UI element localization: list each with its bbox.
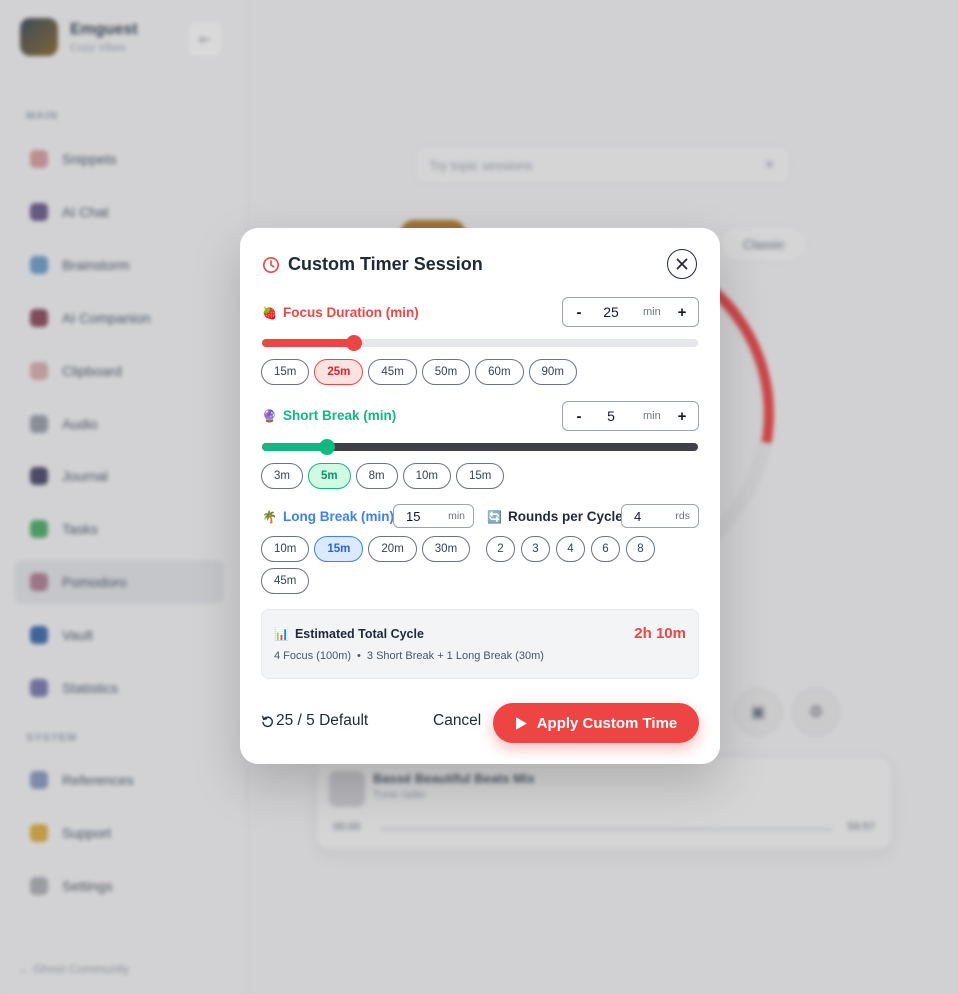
rounds-input[interactable]: 4 rds: [621, 504, 699, 528]
apply-custom-time-label: Apply Custom Time: [536, 714, 678, 732]
rounds-presets: 23468: [486, 536, 655, 562]
focus-presets: 15m 25m 45m 50m 60m 90m: [261, 359, 577, 385]
custom-timer-modal: Custom Timer Session 🍓 Focus Duration (m…: [240, 228, 720, 764]
short-break-preset-15m[interactable]: 15m: [455, 463, 505, 489]
long-break-value[interactable]: 15: [406, 505, 420, 527]
long-break-label-text: Long Break (min): [282, 509, 394, 524]
short-break-label-text: Short Break (min): [282, 408, 397, 423]
summary-total: 2h 10m: [634, 625, 686, 642]
rounds-preset-4[interactable]: 4: [556, 536, 585, 562]
rounds-preset-3[interactable]: 3: [521, 536, 550, 562]
short-break-stepper[interactable]: - 5 min +: [562, 401, 699, 431]
short-break-preset-3m[interactable]: 3m: [261, 463, 303, 489]
summary-focus-part: 4 Focus (100m): [274, 650, 352, 662]
modal-title: Custom Timer Session: [288, 254, 483, 274]
focus-label: 🍓 Focus Duration (min): [262, 305, 419, 320]
apply-custom-time-button[interactable]: Apply Custom Time: [493, 703, 699, 743]
summary-title-text: Estimated Total Cycle: [294, 627, 424, 641]
focus-stepper[interactable]: - 25 min +: [562, 297, 699, 327]
modal-header: Custom Timer Session: [262, 254, 483, 275]
long-break-preset-30m[interactable]: 30m: [421, 536, 471, 562]
close-button[interactable]: [667, 249, 697, 279]
short-break-slider[interactable]: [262, 439, 698, 455]
reset-icon: [261, 715, 273, 727]
long-break-preset-20m[interactable]: 20m: [368, 536, 417, 562]
focus-slider-thumb[interactable]: [345, 335, 362, 351]
short-break-label: 🔮 Short Break (min): [262, 408, 396, 423]
focus-preset-90m[interactable]: 90m: [528, 359, 577, 385]
rounds-value[interactable]: 4: [634, 505, 641, 527]
long-break-unit: min: [448, 510, 465, 522]
long-break-preset-45m[interactable]: 45m: [261, 568, 310, 594]
close-icon: [676, 258, 688, 270]
short-break-unit: min: [643, 410, 661, 422]
long-break-preset-15m[interactable]: 15m: [314, 536, 364, 562]
long-break-label: 🌴 Long Break (min): [262, 509, 394, 524]
short-break-preset-8m[interactable]: 8m: [355, 463, 398, 489]
rounds-label-text: Rounds per Cycle: [507, 509, 623, 524]
short-break-slider-thumb[interactable]: [319, 439, 336, 455]
short-break-decrement-button[interactable]: -: [565, 402, 593, 430]
reset-default-button[interactable]: 25 / 5 Default: [261, 712, 368, 730]
focus-label-text: Focus Duration (min): [282, 305, 419, 320]
rounds-preset-6[interactable]: 6: [591, 536, 620, 562]
focus-increment-button[interactable]: +: [668, 298, 696, 326]
cycle-summary: 📊 Estimated Total Cycle 2h 10m 4 Focus (…: [261, 609, 699, 679]
short-break-increment-button[interactable]: +: [668, 402, 696, 430]
summary-title: 📊 Estimated Total Cycle: [274, 627, 424, 641]
crystal-ball-icon: 🔮: [262, 408, 277, 423]
focus-value[interactable]: 25: [591, 298, 631, 326]
short-break-slider-fill: [262, 443, 328, 451]
focus-decrement-button[interactable]: -: [565, 298, 593, 326]
focus-preset-45m[interactable]: 45m: [368, 359, 417, 385]
long-break-preset-10m[interactable]: 10m: [261, 536, 310, 562]
focus-preset-25m[interactable]: 25m: [314, 359, 364, 385]
palm-tree-icon: 🌴: [262, 509, 277, 524]
focus-unit: min: [643, 306, 661, 318]
bar-chart-icon: 📊: [274, 627, 289, 641]
focus-preset-60m[interactable]: 60m: [475, 359, 524, 385]
focus-preset-15m[interactable]: 15m: [261, 359, 310, 385]
short-break-preset-5m[interactable]: 5m: [307, 463, 351, 489]
rounds-label: 🔄 Rounds per Cycle: [487, 509, 623, 524]
rounds-preset-8[interactable]: 8: [626, 536, 655, 562]
long-break-presets: 10m 15m 20m 30m 45m: [261, 536, 471, 594]
short-break-presets: 3m 5m 8m 10m 15m: [261, 463, 505, 489]
summary-break-part: 3 Short Break + 1 Long Break (30m): [366, 650, 544, 662]
strawberry-icon: 🍓: [262, 305, 277, 320]
rounds-unit: rds: [675, 510, 690, 522]
focus-preset-50m[interactable]: 50m: [421, 359, 471, 385]
long-break-input[interactable]: 15 min: [393, 504, 474, 528]
clock-icon: [262, 256, 280, 273]
summary-bullet: •: [357, 650, 361, 662]
repeat-icon: 🔄: [487, 509, 502, 524]
reset-default-label: 25 / 5 Default: [276, 712, 369, 729]
cancel-button[interactable]: Cancel: [433, 712, 481, 730]
play-icon: [515, 717, 527, 729]
short-break-preset-10m[interactable]: 10m: [402, 463, 451, 489]
summary-detail: 4 Focus (100m) • 3 Short Break + 1 Long …: [274, 650, 544, 662]
focus-slider-fill: [262, 339, 354, 347]
short-break-value[interactable]: 5: [591, 402, 631, 430]
rounds-preset-2[interactable]: 2: [486, 536, 515, 562]
focus-slider[interactable]: [262, 335, 698, 351]
